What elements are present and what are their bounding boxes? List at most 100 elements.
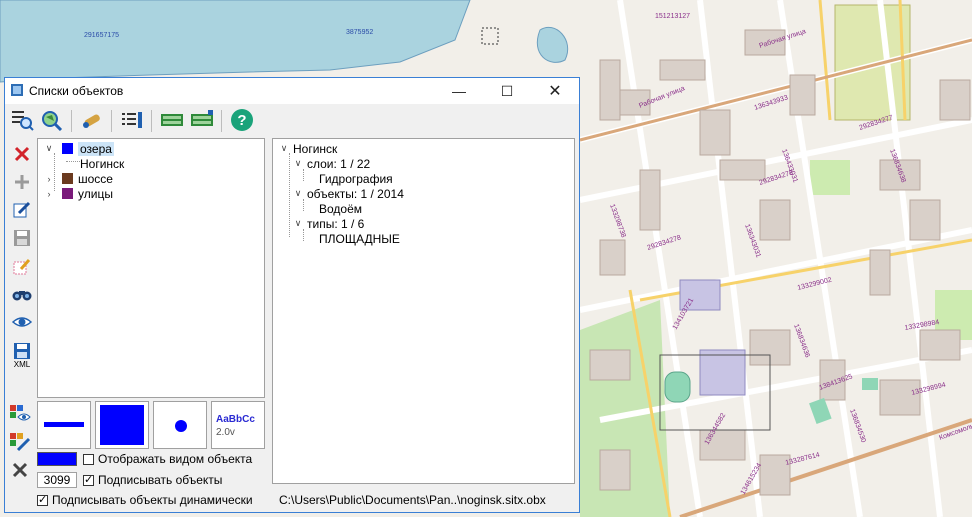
tools-button[interactable] (79, 107, 105, 133)
pitch (862, 378, 878, 390)
delete-button[interactable] (9, 142, 35, 166)
sign-objects-label: Подписывать объекты (98, 473, 223, 487)
tube-icon (83, 114, 100, 128)
save-button[interactable] (9, 226, 35, 250)
add-button[interactable] (9, 170, 35, 194)
info-item[interactable]: Водоём (319, 201, 362, 216)
object-info-tree[interactable]: ∨ Ногинск ∨ слои: 1 / 22 Гидрография ∨ о… (272, 138, 575, 484)
show-as-object-checkbox[interactable] (83, 453, 94, 465)
floppy-icon (14, 230, 30, 246)
style-edit-button[interactable] (7, 430, 33, 454)
svg-text:3875952: 3875952 (346, 29, 373, 36)
stadium (664, 371, 691, 403)
line-sample (44, 422, 84, 427)
tree-item-lakes[interactable]: ∨ озера (44, 141, 114, 156)
file-path: C:\Users\Public\Documents\Pan..\noginsk.… (279, 493, 546, 507)
text-sample: AaBbCc (216, 414, 255, 425)
sign-dynamic-checkbox[interactable] (37, 493, 48, 506)
layer-list-tree[interactable]: ∨ озера Ногинск › шоссе › улицы (37, 138, 265, 398)
tree-item-streets[interactable]: › улицы (44, 186, 113, 201)
chevron-down-icon[interactable]: ∨ (44, 143, 54, 154)
map-zoom-icon (42, 111, 63, 131)
title-bar[interactable]: Списки объектов — ☐ ✕ (5, 78, 579, 104)
svg-text:?: ? (237, 112, 246, 129)
clear-button[interactable] (9, 254, 35, 278)
info-item-label: ПЛОЩАДНЫЕ (319, 231, 400, 246)
search-button[interactable] (9, 282, 35, 306)
svg-text:291657175: 291657175 (84, 32, 119, 39)
find-object-button[interactable] (9, 107, 35, 133)
tree-item-label: озера (78, 141, 114, 156)
info-item-label: Водоём (319, 201, 363, 216)
help-button[interactable]: ? (229, 107, 255, 133)
chevron-right-icon[interactable]: › (44, 189, 54, 199)
tree-item-noginsk[interactable]: Ногинск (80, 156, 124, 171)
show-as-object-label: Отображать видом объекта (98, 452, 253, 466)
window-title: Списки объектов (29, 84, 124, 98)
info-group-layers[interactable]: ∨ слои: 1 / 22 (293, 156, 371, 171)
maximize-button[interactable]: ☐ (487, 78, 527, 104)
point-sample (175, 420, 187, 432)
text-size: 2.0v (216, 427, 235, 438)
color-swatch (62, 173, 73, 184)
export-layer-button[interactable] (159, 107, 185, 133)
tree-item-highways[interactable]: › шоссе (44, 171, 113, 186)
green-area (810, 160, 850, 195)
info-item[interactable]: ПЛОЩАДНЫЕ (319, 231, 400, 246)
close-icon (12, 462, 28, 478)
line-style-preview[interactable] (37, 401, 91, 449)
chevron-down-icon[interactable]: ∨ (279, 143, 289, 154)
info-root[interactable]: ∨ Ногинск (279, 141, 338, 156)
info-item[interactable]: Гидрография (319, 171, 393, 186)
point-style-preview[interactable] (153, 401, 207, 449)
info-group-label: типы: 1 / 6 (307, 216, 365, 231)
binoculars-icon (12, 291, 32, 301)
info-group-objects[interactable]: ∨ объекты: 1 / 2014 (293, 186, 404, 201)
save-xml-button[interactable]: XML (9, 338, 35, 372)
palette-eye-icon (10, 405, 31, 421)
chevron-down-icon[interactable]: ∨ (293, 188, 303, 199)
color-swatch (62, 143, 73, 154)
count-field[interactable]: 3099 (37, 472, 77, 488)
edit-icon (13, 201, 31, 218)
chevron-right-icon[interactable]: › (44, 174, 54, 184)
school-building (699, 349, 746, 396)
minimize-button[interactable]: — (439, 78, 479, 104)
sign-dynamic-label: Подписывать объекты динамически (52, 493, 253, 507)
zoom-to-object-button[interactable] (39, 107, 65, 133)
toolbar: ? (5, 104, 579, 136)
list-settings-button[interactable] (119, 107, 145, 133)
tree-item-label: шоссе (78, 171, 113, 186)
fill-style-preview[interactable] (95, 401, 149, 449)
color-swatch (62, 188, 73, 199)
sign-objects-checkbox[interactable] (83, 473, 94, 486)
info-group-label: объекты: 1 / 2014 (307, 186, 404, 201)
fill-sample (100, 405, 144, 445)
close-window-button[interactable]: ✕ (535, 78, 575, 104)
edit-button[interactable] (9, 198, 35, 222)
layers-icon (191, 110, 213, 126)
floppy-icon (14, 342, 30, 359)
app-icon (11, 84, 23, 96)
xml-label: XML (13, 359, 31, 369)
info-root-label: Ногинск (293, 141, 338, 156)
plus-icon (15, 175, 29, 189)
list-settings-icon (122, 112, 142, 128)
chevron-down-icon[interactable]: ∨ (293, 218, 303, 229)
info-group-types[interactable]: ∨ типы: 1 / 6 (293, 216, 365, 231)
text-style-preview[interactable]: AaBbCc 2.0v (211, 401, 265, 449)
side-toolbar: XML (7, 140, 37, 410)
layers-icon (161, 114, 183, 126)
eraser-icon (13, 259, 31, 275)
reset-style-button[interactable] (7, 458, 33, 482)
delete-icon (14, 146, 30, 162)
view-button[interactable] (9, 310, 35, 334)
svg-text:151213127: 151213127 (655, 13, 690, 20)
display-style-button[interactable] (7, 402, 33, 426)
tree-item-label: Ногинск (80, 156, 125, 171)
chevron-down-icon[interactable]: ∨ (293, 158, 303, 169)
import-layer-button[interactable] (189, 107, 215, 133)
tree-item-label: улицы (78, 186, 113, 201)
object-lists-window[interactable]: Списки объектов — ☐ ✕ ? XML ∨ озера Ноги… (4, 77, 580, 513)
color-picker[interactable] (37, 452, 77, 466)
